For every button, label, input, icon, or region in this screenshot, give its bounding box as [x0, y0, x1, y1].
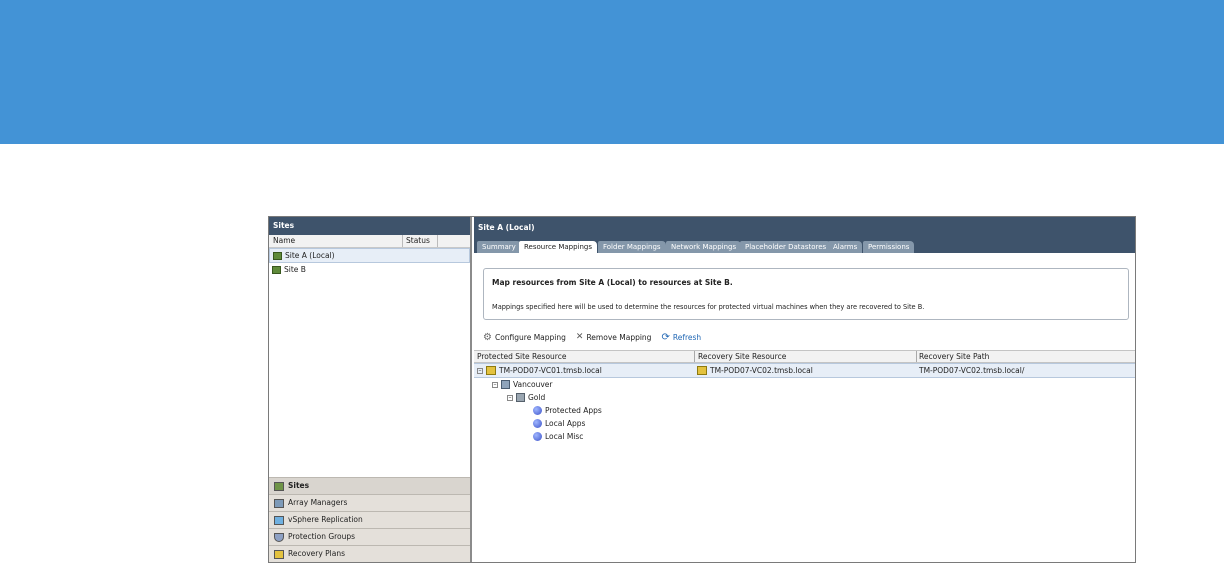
site-name: Site A (Local) [285, 251, 335, 260]
tab-summary[interactable]: Summary [477, 241, 521, 253]
top-banner [0, 0, 1224, 144]
detail-panel: Site A (Local) Summary Resource Mappings… [474, 217, 1135, 562]
remove-mapping-button[interactable]: ✕ Remove Mapping [576, 332, 652, 342]
nav-array-managers[interactable]: Array Managers [269, 494, 470, 511]
tree-label: Local Apps [545, 419, 586, 428]
column-name[interactable]: Name [273, 235, 295, 247]
tab-placeholder-datastores[interactable]: Placeholder Datastores [740, 241, 832, 253]
info-title: Map resources from Site A (Local) to res… [492, 278, 733, 287]
nav-sites[interactable]: Sites [269, 477, 470, 494]
collapse-icon[interactable]: – [477, 367, 483, 374]
datacenter-icon [501, 380, 510, 389]
sites-column-header: Name Status [269, 235, 470, 248]
column-status[interactable]: Status [406, 235, 430, 247]
sites-panel: Sites Name Status Site A (Local) Site B … [269, 217, 472, 562]
replication-icon [274, 515, 284, 525]
tab-permissions[interactable]: Permissions [863, 241, 915, 253]
shield-icon [274, 532, 284, 542]
tab-folder-mappings[interactable]: Folder Mappings [598, 241, 666, 253]
sites-panel-title: Sites [269, 217, 470, 235]
tab-alarms[interactable]: Alarms [828, 241, 863, 253]
nav-label: Array Managers [288, 498, 348, 507]
resource-pool-icon [533, 432, 542, 441]
column-protected-resource[interactable]: Protected Site Resource [477, 351, 566, 362]
nav-label: Sites [288, 481, 310, 490]
recovery-plan-icon [274, 549, 284, 559]
srm-window: Sites Name Status Site A (Local) Site B … [268, 216, 1136, 563]
tree-label: Local Misc [545, 432, 584, 441]
site-row-site-a[interactable]: Site A (Local) [269, 248, 470, 263]
grid-header: Protected Site Resource Recovery Site Re… [474, 350, 1135, 363]
tree-label: Gold [528, 393, 546, 402]
mapping-toolbar: ⚙ Configure Mapping ✕ Remove Mapping ⟳ R… [483, 330, 701, 344]
tree-node-gold[interactable]: – Gold [474, 391, 1135, 404]
site-row-site-b[interactable]: Site B [269, 263, 470, 276]
nav-recovery-plans[interactable]: Recovery Plans [269, 545, 470, 562]
sites-icon [274, 481, 284, 491]
tree-node-vancouver[interactable]: – Vancouver [474, 378, 1135, 391]
detail-title: Site A (Local) [474, 217, 1135, 236]
configure-mapping-button[interactable]: ⚙ Configure Mapping [483, 332, 566, 343]
site-icon [273, 251, 282, 260]
gear-icon: ⚙ [483, 331, 492, 343]
collapse-icon[interactable]: – [507, 394, 513, 401]
column-recovery-resource[interactable]: Recovery Site Resource [698, 351, 786, 362]
recovery-resource: TM-POD07-VC02.tmsb.local [710, 366, 813, 375]
vcenter-icon [486, 366, 496, 375]
tab-strip: Summary Resource Mappings Folder Mapping… [474, 236, 1135, 254]
site-name: Site B [284, 265, 306, 274]
configure-mapping-label: Configure Mapping [494, 332, 566, 342]
mapping-grid: Protected Site Resource Recovery Site Re… [474, 350, 1135, 562]
refresh-label: Refresh [672, 332, 702, 342]
info-text: Mappings specified here will be used to … [492, 303, 925, 311]
tree-label: Protected Apps [545, 406, 602, 415]
info-box: Map resources from Site A (Local) to res… [483, 268, 1129, 320]
tab-network-mappings[interactable]: Network Mappings [666, 241, 742, 253]
tree-label: Vancouver [513, 380, 553, 389]
tree-node-local-apps[interactable]: Local Apps [474, 417, 1135, 430]
recovery-path: TM-POD07-VC02.tmsb.local/ [919, 366, 1025, 375]
collapse-icon[interactable]: – [492, 381, 498, 388]
table-row[interactable]: – TM-POD07-VC01.tmsb.local TM-POD07-VC02… [474, 363, 1135, 378]
resource-pool-icon [516, 393, 525, 402]
nav-label: Recovery Plans [288, 549, 346, 558]
array-manager-icon [274, 498, 284, 508]
navigation-panel: Sites Array Managers vSphere Replication… [269, 477, 470, 562]
refresh-icon: ⟳ [661, 331, 670, 343]
nav-vsphere-replication[interactable]: vSphere Replication [269, 511, 470, 528]
vcenter-icon [697, 366, 707, 375]
tree-node-protected-apps[interactable]: Protected Apps [474, 404, 1135, 417]
refresh-button[interactable]: ⟳ Refresh [661, 332, 701, 343]
nav-protection-groups[interactable]: Protection Groups [269, 528, 470, 545]
nav-label: vSphere Replication [288, 515, 363, 524]
nav-label: Protection Groups [288, 532, 356, 541]
protected-resource: TM-POD07-VC01.tmsb.local [499, 366, 602, 375]
close-icon: ✕ [575, 332, 584, 342]
resource-pool-icon [533, 419, 542, 428]
remove-mapping-label: Remove Mapping [586, 332, 652, 342]
tree-node-local-misc[interactable]: Local Misc [474, 430, 1135, 443]
column-recovery-path[interactable]: Recovery Site Path [919, 351, 989, 362]
site-icon [272, 265, 281, 274]
resource-pool-icon [533, 406, 542, 415]
